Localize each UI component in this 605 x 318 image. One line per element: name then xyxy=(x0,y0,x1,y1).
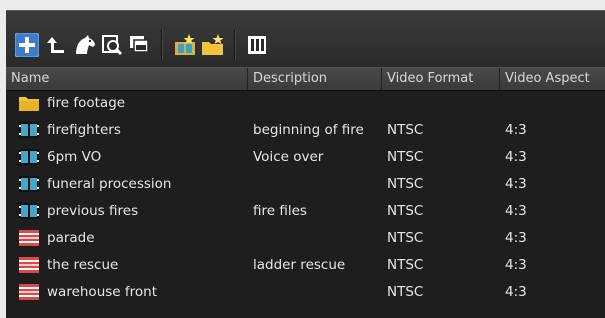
clip-icon xyxy=(19,176,39,192)
row-video-format: NTSC xyxy=(387,257,424,273)
new-folder-icon xyxy=(202,34,224,55)
row-video-aspect xyxy=(505,90,605,117)
row-video-aspect: 4:3 xyxy=(505,257,527,273)
column-header-video-format[interactable]: Video Format xyxy=(382,68,500,90)
row-description xyxy=(253,225,381,252)
add-button[interactable] xyxy=(14,32,40,58)
column-header-name[interactable]: Name xyxy=(6,68,248,90)
columns-view-icon xyxy=(248,36,266,54)
bin-row[interactable]: previous fires fire files NTSC 4:3 xyxy=(6,198,605,225)
sequence-icon xyxy=(19,284,39,300)
row-video-aspect: 4:3 xyxy=(505,122,527,138)
row-video-aspect: 4:3 xyxy=(505,230,527,246)
bin-row[interactable]: warehouse front NTSC 4:3 xyxy=(6,279,605,306)
clip-stack-icon xyxy=(130,36,149,53)
row-video-format xyxy=(387,90,499,117)
clip-icon xyxy=(19,122,39,138)
bin-row[interactable]: firefighters beginning of fire NTSC 4:3 xyxy=(6,117,605,144)
new-sequence-folder-icon xyxy=(175,34,195,55)
row-video-format: NTSC xyxy=(387,230,424,246)
row-name: firefighters xyxy=(47,122,121,138)
up-level-icon xyxy=(47,37,64,53)
row-name: previous fires xyxy=(47,203,139,219)
row-description: fire files xyxy=(253,203,307,219)
row-name: the rescue xyxy=(47,257,119,273)
add-plus-icon xyxy=(15,33,39,57)
bin-row[interactable]: 6pm VO Voice over NTSC 4:3 xyxy=(6,144,605,171)
row-description xyxy=(253,279,381,306)
new-folder-button[interactable] xyxy=(200,32,226,58)
toolbar-separator xyxy=(234,30,236,60)
row-video-format: NTSC xyxy=(387,149,424,165)
sequence-icon xyxy=(19,230,39,246)
clip-icon xyxy=(19,203,39,219)
clip-stack-button[interactable] xyxy=(126,32,152,58)
find-magnifier-icon xyxy=(102,35,123,56)
horse-head-icon xyxy=(76,35,95,54)
toolbar-separator xyxy=(161,30,163,60)
row-video-aspect: 4:3 xyxy=(505,284,527,300)
up-level-button[interactable] xyxy=(44,32,70,58)
row-description xyxy=(253,90,381,117)
row-video-format: NTSC xyxy=(387,203,424,219)
bin-row[interactable]: parade NTSC 4:3 xyxy=(6,225,605,252)
row-name: 6pm VO xyxy=(47,149,102,165)
bin-row[interactable]: the rescue ladder rescue NTSC 4:3 xyxy=(6,252,605,279)
bin-window: Name Description Video Format Video Aspe… xyxy=(6,10,605,318)
columns-view-button[interactable] xyxy=(244,32,270,58)
bin-row[interactable]: funeral procession NTSC 4:3 xyxy=(6,171,605,198)
folder-icon xyxy=(19,97,39,111)
find-button[interactable] xyxy=(99,32,125,58)
row-name: fire footage xyxy=(47,95,126,111)
row-description xyxy=(253,171,381,198)
row-video-aspect: 4:3 xyxy=(505,149,527,165)
row-description: beginning of fire xyxy=(253,122,364,138)
row-video-format: NTSC xyxy=(387,176,424,192)
sequence-icon xyxy=(19,257,39,273)
bin-toolbar xyxy=(6,11,605,67)
row-description: Voice over xyxy=(253,149,324,165)
horse-head-button[interactable] xyxy=(72,32,98,58)
bin-row[interactable]: fire footage xyxy=(6,90,605,117)
row-video-format: NTSC xyxy=(387,122,424,138)
row-name: parade xyxy=(47,230,95,246)
row-name: funeral procession xyxy=(47,176,172,192)
clip-icon xyxy=(19,149,39,165)
column-header-bar: Name Description Video Format Video Aspe… xyxy=(6,67,605,91)
new-sequence-button[interactable] xyxy=(172,32,198,58)
row-video-format: NTSC xyxy=(387,284,424,300)
row-video-aspect: 4:3 xyxy=(505,176,527,192)
column-header-video-aspect[interactable]: Video Aspect xyxy=(500,68,605,90)
row-description: ladder rescue xyxy=(253,257,346,273)
row-name: warehouse front xyxy=(47,284,157,300)
row-video-aspect: 4:3 xyxy=(505,203,527,219)
column-header-description[interactable]: Description xyxy=(248,68,382,90)
